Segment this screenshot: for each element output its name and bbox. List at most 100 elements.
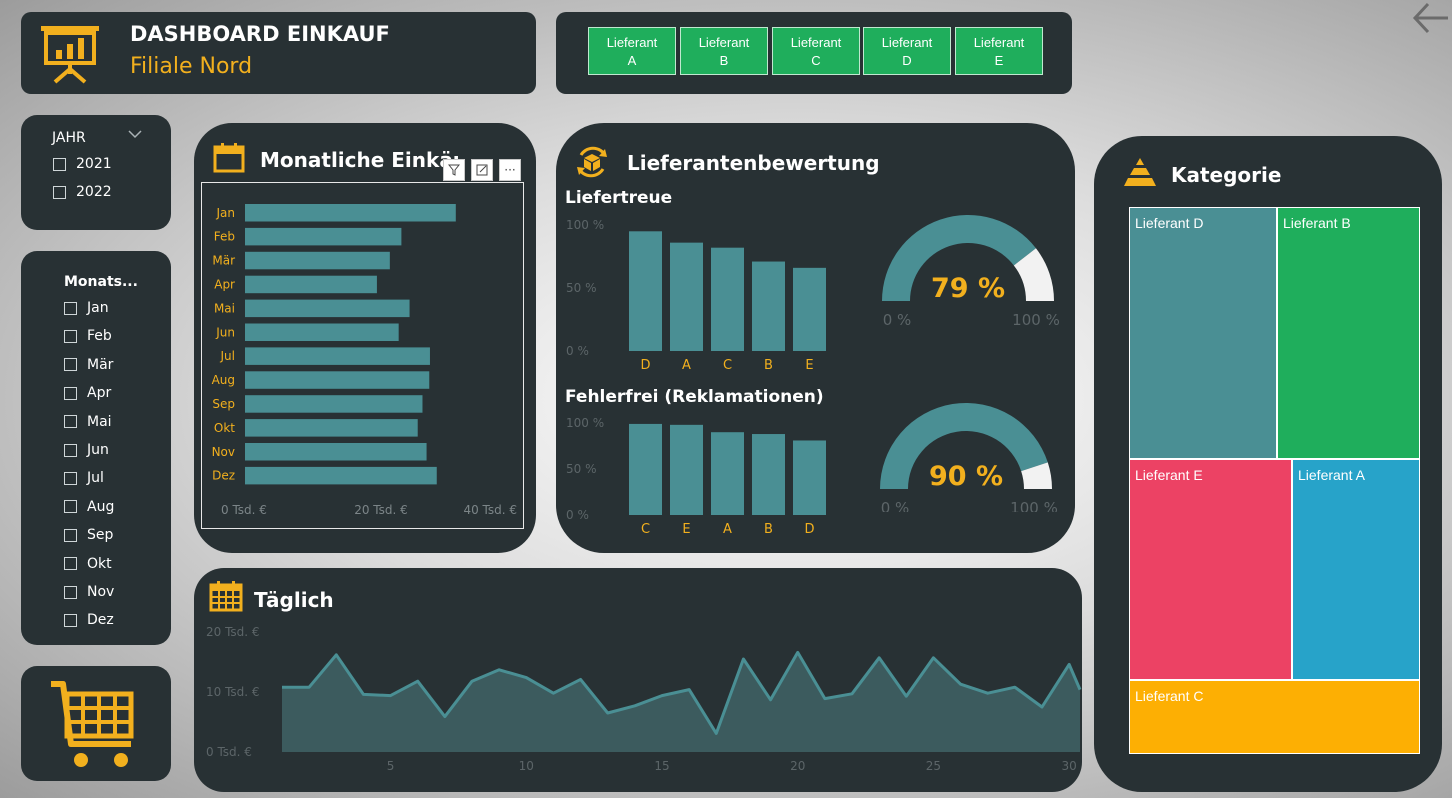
monthly-bar-label: Jun [215,325,235,339]
month-option[interactable]: Mär [64,357,113,373]
daily-title: Täglich [254,588,334,612]
month-option[interactable]: Jun [64,442,109,458]
supplier-button-label: Lieferant [698,35,750,50]
chevron-down-icon[interactable] [128,129,142,139]
pyramid-icon [1124,158,1156,186]
calendar-grid-icon [209,581,243,612]
supplier-button-a[interactable]: Lieferant A [588,27,676,75]
monthly-bar-label: Okt [214,421,235,435]
checkbox[interactable] [64,471,77,485]
rating-bar-label: D [640,358,650,373]
checkbox[interactable] [64,585,77,599]
focus-mode-icon[interactable] [471,159,493,181]
supplier-button-letter: E [994,53,1004,68]
rating-axis-tick: 100 % [566,218,604,232]
rating-bar [793,440,826,515]
supplier-button-d[interactable]: Lieferant D [863,27,951,75]
year-option-2022[interactable]: 2022 [53,184,112,200]
supplier-button-label: Lieferant [790,35,842,50]
monthly-bar [245,275,377,294]
rating-bar [670,242,703,351]
daily-axis-tick: 0 Tsd. € [206,745,252,759]
monthly-bar-label: Feb [214,230,235,244]
month-option[interactable]: Dez [64,612,114,628]
month-option[interactable]: Apr [64,385,111,401]
month-option[interactable]: Jul [64,470,104,486]
month-option[interactable]: Feb [64,328,112,344]
cart-panel [21,666,171,781]
supplier-button-e[interactable]: Lieferant E [955,27,1043,75]
month-option-label: Mär [87,356,114,373]
monthly-bar [245,419,418,437]
checkbox[interactable] [64,500,77,514]
daily-purchases-chart: 20 Tsd. € 10 Tsd. € 0 Tsd. € 5 10 15 20 25 30 [206,625,1082,773]
monthly-axis-tick: 40 Tsd. € [463,503,517,517]
monthly-purchases-title: Monatliche Einkäufe [260,148,460,172]
treemap-tile[interactable]: Lieferant C [1129,680,1420,754]
treemap-tile[interactable]: Lieferant B [1277,207,1420,459]
checkbox[interactable] [64,329,77,343]
supplier-button-letter: A [627,53,637,68]
daily-axis-tick: 20 [790,759,805,773]
filter-icon[interactable] [443,159,465,181]
monthly-purchases-chart: Jan Feb Mär Apr Mai Jun Jul Aug Sep Okt Nov Dez 0 Ts… [201,182,524,529]
month-option-label: Jul [87,470,104,487]
month-option[interactable]: Aug [64,499,114,515]
year-option-2021[interactable]: 2021 [53,156,112,172]
supplier-button-b[interactable]: Lieferant B [680,27,768,75]
checkbox[interactable] [64,613,77,627]
month-option[interactable]: Sep [64,527,113,543]
rating-bar [670,424,703,515]
checkbox[interactable] [64,415,77,429]
delivery-reliability-title: Liefertreue [565,188,673,208]
month-option[interactable]: Okt [64,556,112,572]
rating-bar-label: A [723,522,732,537]
checkbox[interactable] [64,557,77,571]
year-slicer-panel: JAHR 2021 2022 [21,115,171,230]
checkbox[interactable] [64,386,77,400]
treemap-tile[interactable]: Lieferant D [1129,207,1277,459]
month-option[interactable]: Mai [64,414,112,430]
treemap-tile-label: Lieferant C [1135,688,1204,704]
back-arrow-icon[interactable] [1410,0,1450,40]
month-option[interactable]: Nov [64,584,114,600]
monthly-bar [245,443,427,461]
daily-axis-tick: 10 [519,759,534,773]
dashboard-subtitle: Filiale Nord [130,54,253,79]
checkbox[interactable] [64,443,77,457]
supplier-button-c[interactable]: Lieferant C [772,27,860,75]
checkbox[interactable] [64,358,77,372]
checkbox[interactable] [53,185,66,199]
category-treemap: Lieferant D Lieferant B Lieferant E Liefera… [1129,207,1420,754]
error-free-gauge: 90 % 0 % 100 % [880,403,1058,512]
rating-bar-label: E [805,358,813,373]
more-options-icon[interactable]: ··· [499,159,521,181]
month-option-label: Jan [87,300,109,316]
supplier-button-label: Lieferant [973,35,1025,50]
treemap-tile-label: Lieferant D [1135,215,1204,231]
daily-axis-tick: 5 [387,759,395,773]
checkbox[interactable] [53,157,66,171]
checkbox[interactable] [64,301,77,315]
daily-axis-tick: 15 [654,759,669,773]
error-free-chart: C E A B D 100 % 50 % 0 % [566,416,826,537]
category-panel: Kategorie Lieferant D Lieferant B Lieferan… [1094,136,1442,792]
delivery-box-icon [577,146,607,178]
treemap-tile[interactable]: Lieferant E [1129,459,1292,680]
monthly-bar [245,204,456,222]
monthly-bar [245,347,430,365]
monthly-bar-label: Jul [220,349,235,363]
month-option[interactable]: Jan [64,300,109,316]
presentation-chart-icon [41,26,99,84]
month-option-label: Jun [87,442,109,458]
shopping-cart-icon [51,681,134,767]
gauge-max-label: 100 % [1010,499,1058,512]
rating-bar [793,267,826,351]
month-option-label: Aug [87,498,115,515]
monthly-axis-tick: 0 Tsd. € [221,503,267,517]
rating-bar [629,231,662,351]
rating-axis-tick: 50 % [566,462,597,476]
supplier-slicer-panel: Lieferant A Lieferant B Lieferant C Liefera… [556,12,1072,94]
treemap-tile[interactable]: Lieferant A [1292,459,1420,680]
checkbox[interactable] [64,528,77,542]
